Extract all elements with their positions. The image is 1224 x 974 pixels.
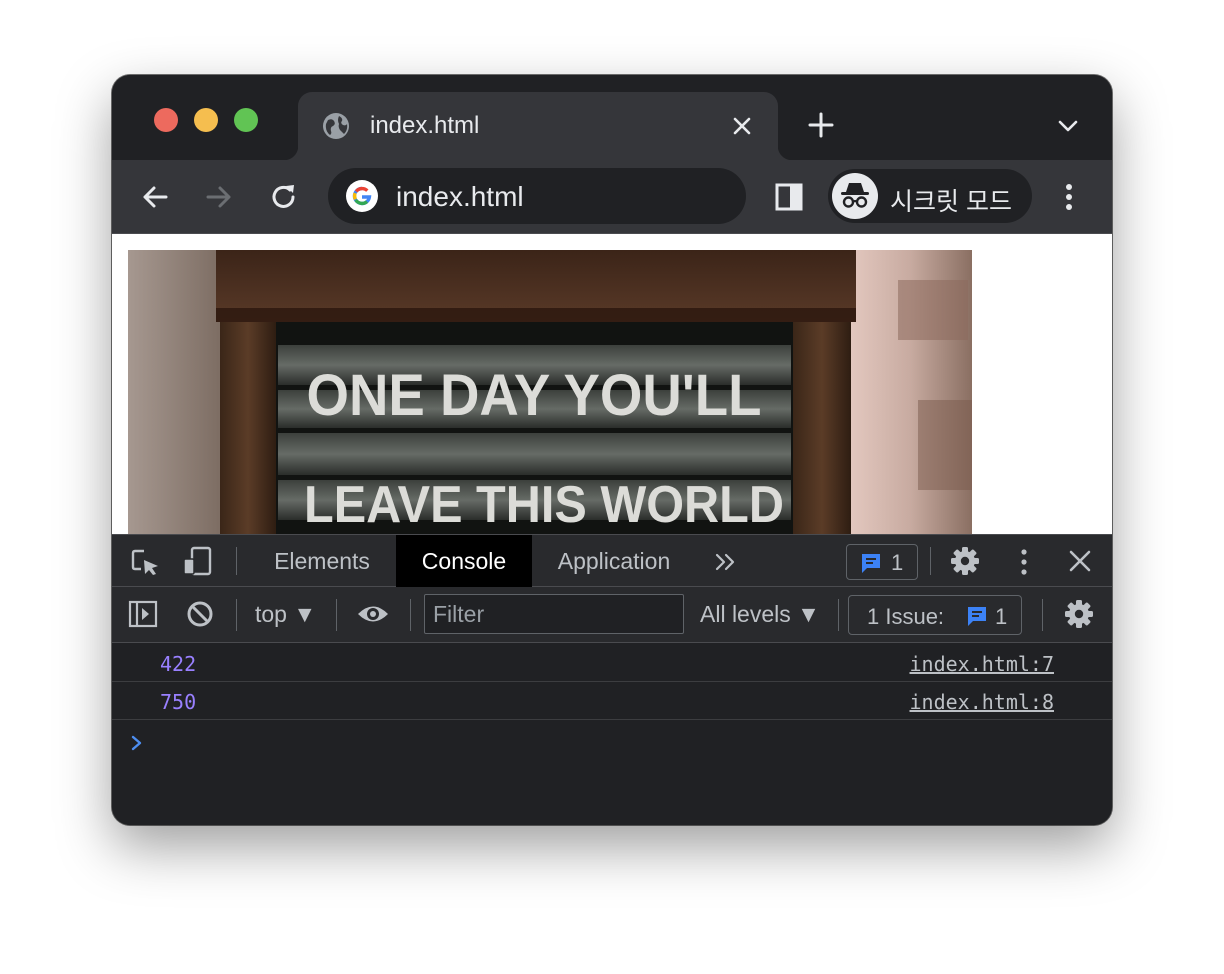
- separator: [930, 547, 931, 575]
- issues-count: 1: [995, 604, 1008, 629]
- more-tabs-icon[interactable]: [714, 551, 736, 573]
- issues-badge[interactable]: 1: [846, 544, 918, 580]
- console-log-row: 422 index.html:7: [112, 644, 1112, 682]
- title-bar: index.html: [112, 75, 1112, 160]
- browser-tab[interactable]: index.html: [284, 92, 792, 160]
- devtools-tab-bar: Elements Console Application 1: [112, 534, 1112, 587]
- more-vert-icon[interactable]: [1052, 180, 1086, 214]
- separator: [236, 547, 237, 575]
- close-tab-icon[interactable]: [730, 114, 754, 138]
- context-selector[interactable]: top ▼: [255, 601, 316, 628]
- separator: [838, 599, 839, 631]
- separator: [236, 599, 237, 631]
- eye-icon[interactable]: [356, 601, 390, 627]
- separator: [336, 599, 337, 631]
- chevron-down-icon[interactable]: [1056, 115, 1080, 137]
- forward-arrow-icon[interactable]: [202, 180, 236, 214]
- console-toolbar: top ▼ All levels ▼ 1 Issue: 1: [112, 587, 1112, 643]
- issues-badge-count: 1: [891, 550, 904, 575]
- minimize-window-button[interactable]: [194, 108, 218, 132]
- reload-icon[interactable]: [267, 180, 301, 214]
- incognito-indicator[interactable]: 시크릿 모드: [828, 169, 1032, 223]
- log-source-link[interactable]: index.html:7: [910, 652, 1055, 676]
- close-icon[interactable]: [1068, 549, 1092, 573]
- console-log-row: 750 index.html:8: [112, 682, 1112, 720]
- clear-console-icon[interactable]: [186, 600, 214, 628]
- log-value: 422: [160, 652, 197, 676]
- devtools-panel: Elements Console Application 1 top ▼ Fil…: [112, 534, 1112, 825]
- close-window-button[interactable]: [154, 108, 178, 132]
- globe-icon: [323, 113, 349, 139]
- filter-input[interactable]: [424, 594, 684, 634]
- settings-gear-icon[interactable]: [950, 546, 980, 576]
- tab-elements[interactable]: Elements: [254, 535, 390, 587]
- browser-toolbar: index.html 시크릿 모드: [112, 160, 1112, 234]
- separator: [410, 599, 411, 631]
- incognito-icon: [841, 183, 869, 208]
- zoom-window-button[interactable]: [234, 108, 258, 132]
- back-arrow-icon[interactable]: [138, 180, 172, 214]
- svg-text:ONE DAY YOU'LL: ONE DAY YOU'LL: [307, 363, 762, 428]
- console-settings-gear-icon[interactable]: [1064, 599, 1094, 629]
- more-vert-icon[interactable]: [1012, 547, 1036, 577]
- console-prompt-icon[interactable]: [130, 734, 144, 752]
- google-logo-icon: [346, 180, 378, 212]
- issues-button[interactable]: 1 Issue: 1: [848, 595, 1022, 635]
- address-bar[interactable]: index.html: [328, 168, 746, 224]
- svg-text:LEAVE THIS WORLD: LEAVE THIS WORLD: [304, 476, 784, 534]
- issues-label: 1 Issue:: [867, 604, 945, 629]
- log-source-link[interactable]: index.html:8: [910, 690, 1055, 714]
- separator: [1042, 599, 1043, 631]
- page-image: ONE DAY YOU'LL LEAVE THIS WORLD: [128, 250, 972, 534]
- inspect-element-icon[interactable]: [130, 547, 160, 577]
- message-icon: [968, 607, 986, 626]
- tab-title: index.html: [370, 112, 480, 139]
- device-toggle-icon[interactable]: [182, 545, 214, 577]
- side-panel-icon[interactable]: [773, 181, 805, 213]
- sidebar-toggle-icon[interactable]: [128, 599, 158, 629]
- log-value: 750: [160, 690, 197, 714]
- incognito-label: 시크릿 모드: [890, 188, 1012, 216]
- tab-application[interactable]: Application: [538, 535, 690, 587]
- url-text: index.html: [396, 181, 524, 212]
- log-levels-dropdown[interactable]: All levels ▼: [700, 601, 820, 628]
- tab-console[interactable]: Console: [396, 535, 532, 587]
- page-viewport: ONE DAY YOU'LL LEAVE THIS WORLD: [112, 234, 1112, 534]
- new-tab-icon[interactable]: [806, 110, 836, 140]
- message-icon: [862, 554, 880, 573]
- avatar: [832, 173, 878, 219]
- browser-window: index.html index.html 시크릿 모드 ONE DAY YOU…: [112, 75, 1112, 825]
